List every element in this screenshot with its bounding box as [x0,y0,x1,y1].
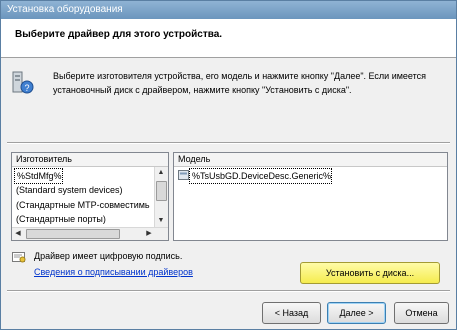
digital-signature-icon [12,252,26,263]
manufacturer-list[interactable]: Изготовитель %StdMfg% (Standard system d… [11,152,169,241]
scroll-left-icon[interactable]: ◀ [12,228,24,240]
list-item[interactable]: %TsUsbGD.DeviceDesc.Generic% [189,168,333,184]
instructions-line-2: установочный диск с драйвером, нажмите к… [53,85,352,95]
hardware-wizard-window: Установка оборудования Выберите драйвер … [0,0,457,330]
list-item[interactable]: (Стандартные МТР-совместимь [14,198,150,212]
page-title: Выберите драйвер для этого устройства. [15,29,223,40]
driver-signing-link[interactable]: Сведения о подписывании драйверов [34,267,193,277]
driver-package-icon [178,170,189,180]
list-item[interactable]: (Стандартные порты) [14,212,106,226]
list-item[interactable]: %StdMfg% [14,168,63,184]
wizard-header: Выберите драйвер для этого устройства. [1,19,456,58]
manufacturer-horizontal-scrollbar[interactable]: ◀ ▶ [12,227,168,240]
model-column-header[interactable]: Модель [174,153,447,167]
instructions-line-1: Выберите изготовителя устройства, его мо… [53,71,427,81]
have-disk-button[interactable]: Установить с диска... [300,262,440,284]
title-bar: Установка оборудования [1,1,456,19]
manufacturer-vertical-scrollbar[interactable]: ▲ ▼ [154,167,168,227]
list-item[interactable]: (Standard system devices) [14,183,123,197]
scroll-up-icon[interactable]: ▲ [155,167,167,179]
scroll-thumb[interactable] [156,181,167,201]
scroll-thumb[interactable] [26,229,120,239]
separator [7,290,450,292]
window-title: Установка оборудования [7,4,123,15]
svg-text:?: ? [24,83,29,93]
signature-status: Драйвер имеет цифровую подпись. [34,251,183,261]
cancel-button[interactable]: Отмена [394,302,449,324]
instructions: Выберите изготовителя устройства, его мо… [53,69,449,97]
scroll-down-icon[interactable]: ▼ [155,215,167,227]
next-button[interactable]: Далее > [327,302,386,324]
separator [7,142,450,144]
scroll-right-icon[interactable]: ▶ [143,228,155,240]
model-list[interactable]: Модель %TsUsbGD.DeviceDesc.Generic% [173,152,448,241]
device-driver-icon: ? [12,71,34,94]
manufacturer-column-header[interactable]: Изготовитель [12,153,168,167]
back-button[interactable]: < Назад [262,302,321,324]
